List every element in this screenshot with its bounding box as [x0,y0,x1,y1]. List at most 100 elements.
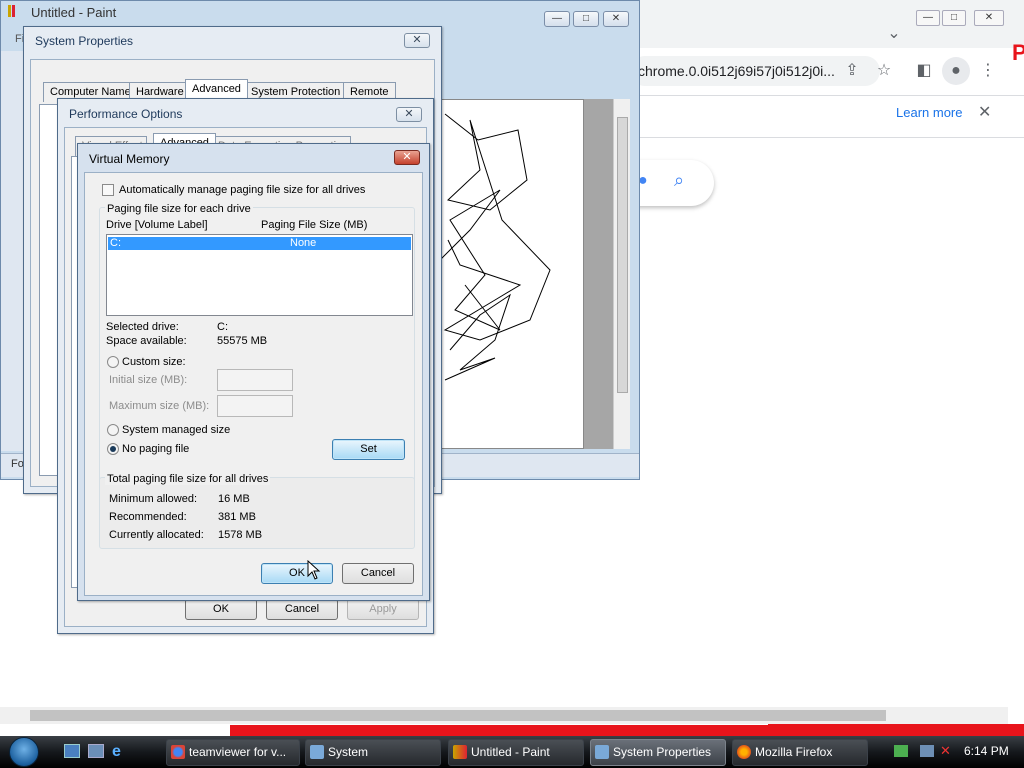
minimize-button[interactable]: — [916,10,940,26]
taskbar-item-label: System Properties [613,745,712,759]
close-button[interactable]: ✕ [603,11,629,27]
taskbar-item-label: Mozilla Firefox [755,745,833,759]
selected-drive-label: Selected drive: [106,321,179,333]
profile-icon[interactable]: ● [942,57,970,85]
no-paging-label[interactable]: No paging file [122,443,189,455]
currently-allocated-label: Currently allocated: [109,529,204,541]
paint-icon [453,745,467,759]
chrome-titlebar: — □ ✕ ⌄ [600,0,1024,48]
close-button[interactable]: ✕ [974,10,1004,26]
dialog-title: Performance Options [69,107,183,121]
set-button[interactable]: Set [332,439,405,460]
switch-windows-icon[interactable] [88,744,104,758]
scroll-thumb[interactable] [617,117,628,393]
min-allowed-label: Minimum allowed: [109,493,198,505]
auto-manage-checkbox[interactable] [102,184,114,196]
drive-letter: C: [110,237,121,249]
auto-manage-label[interactable]: Automatically manage paging file size fo… [119,184,365,196]
drive-size: None [290,237,317,249]
system-managed-label[interactable]: System managed size [122,424,230,436]
currently-allocated-value: 1578 MB [218,529,263,541]
taskbar-item-label: System [328,745,369,759]
virtual-memory-dialog: Virtual Memory ✕ Automatically manage pa… [77,143,430,601]
search-icon[interactable]: ⌕ [674,170,684,191]
paint-title: Untitled - Paint [31,5,117,20]
chevron-down-icon[interactable]: ⌄ [880,20,908,48]
col-drive-header: Drive [Volume Label] [106,219,208,231]
share-icon[interactable]: ⇪ [838,57,866,85]
close-icon[interactable]: ✕ [978,102,991,122]
cancel-button[interactable]: Cancel [342,563,414,584]
maximum-size-label: Maximum size (MB): [109,400,210,412]
space-available-value: 55575 MB [217,335,268,347]
maximum-size-input[interactable] [217,395,293,417]
paint-icon [3,3,19,19]
paint-canvas[interactable] [439,99,584,449]
no-paging-radio[interactable] [107,443,119,455]
taskbar-item-label: teamviewer for v... [189,745,287,759]
vertical-scrollbar[interactable] [613,99,630,449]
taskbar-item-label: Untitled - Paint [471,745,550,759]
ok-button[interactable]: OK [185,599,257,620]
taskbar-item-system[interactable]: System [305,739,441,766]
more-menu-icon[interactable]: ⋮ [974,57,1002,85]
tray-icon[interactable] [894,745,908,757]
ok-button[interactable]: OK [261,563,333,584]
firefox-icon [737,745,751,759]
minimize-button[interactable]: — [544,11,570,27]
selected-drive-value: C: [217,321,228,333]
horizontal-scrollbar[interactable] [0,707,1008,724]
dialog-title: System Properties [35,34,134,48]
taskbar-item-paint[interactable]: Untitled - Paint [448,739,584,766]
taskbar: e teamviewer for v... System Untitled - … [0,736,1024,768]
address-text[interactable]: chrome.0.0i512j69i57j0i512j0i... [638,63,835,79]
recommended-value: 381 MB [218,511,256,523]
initial-size-label: Initial size (MB): [109,374,188,386]
cancel-button[interactable]: Cancel [266,599,338,620]
system-managed-radio[interactable] [107,424,119,436]
recommended-label: Recommended: [109,511,187,523]
taskbar-item-firefox[interactable]: Mozilla Firefox [732,739,868,766]
red-banner [0,725,1008,736]
maximize-button[interactable]: □ [573,11,599,27]
drawing-strokes [439,113,551,381]
initial-size-input[interactable] [217,369,293,391]
chrome-icon [171,745,185,759]
dialog-title: Virtual Memory [89,152,170,166]
taskbar-item-teamviewer[interactable]: teamviewer for v... [166,739,300,766]
canvas-backdrop [584,99,613,449]
chrome-window: — □ ✕ ⌄ chrome.0.0i512j69i57j0i512j0i...… [600,0,1024,736]
close-button[interactable]: ✕ [396,107,422,122]
apply-button[interactable]: Apply [347,599,419,620]
volume-muted-icon[interactable]: ✕ [940,743,951,759]
mouse-cursor [307,559,321,580]
side-panel-icon[interactable]: ◧ [910,57,938,85]
list-item[interactable]: C: None [108,237,411,250]
bookmark-star-icon[interactable]: ☆ [870,57,898,85]
address-bar-row: chrome.0.0i512j69i57j0i512j0i... ⇪ ☆ ◧ ●… [600,48,1024,96]
custom-size-label[interactable]: Custom size: [122,356,186,368]
info-bar: Learn more ✕ [600,96,1024,138]
start-button[interactable] [9,737,39,767]
total-group-label: Total paging file size for all drives [105,473,271,485]
system-properties-icon [595,745,609,759]
status-text: Fo [11,458,24,470]
clock[interactable]: 6:14 PM [964,744,1009,758]
taskbar-item-system-properties[interactable]: System Properties [590,739,726,766]
scroll-thumb[interactable] [30,710,886,721]
custom-size-radio[interactable] [107,356,119,368]
col-size-header: Paging File Size (MB) [261,219,368,231]
paging-group-label: Paging file size for each drive [105,203,253,215]
dialog-body: Automatically manage paging file size fo… [84,172,423,596]
close-button[interactable]: ✕ [404,33,430,48]
internet-explorer-icon[interactable]: e [112,743,121,761]
learn-more-link[interactable]: Learn more [896,105,962,120]
drive-list[interactable]: C: None [106,234,413,316]
min-allowed-value: 16 MB [218,493,250,505]
partial-logo: P [1012,40,1024,65]
maximize-button[interactable]: □ [942,10,966,26]
network-icon[interactable] [920,745,934,757]
show-desktop-icon[interactable] [64,744,80,758]
close-button[interactable]: ✕ [394,150,420,165]
system-icon [310,745,324,759]
